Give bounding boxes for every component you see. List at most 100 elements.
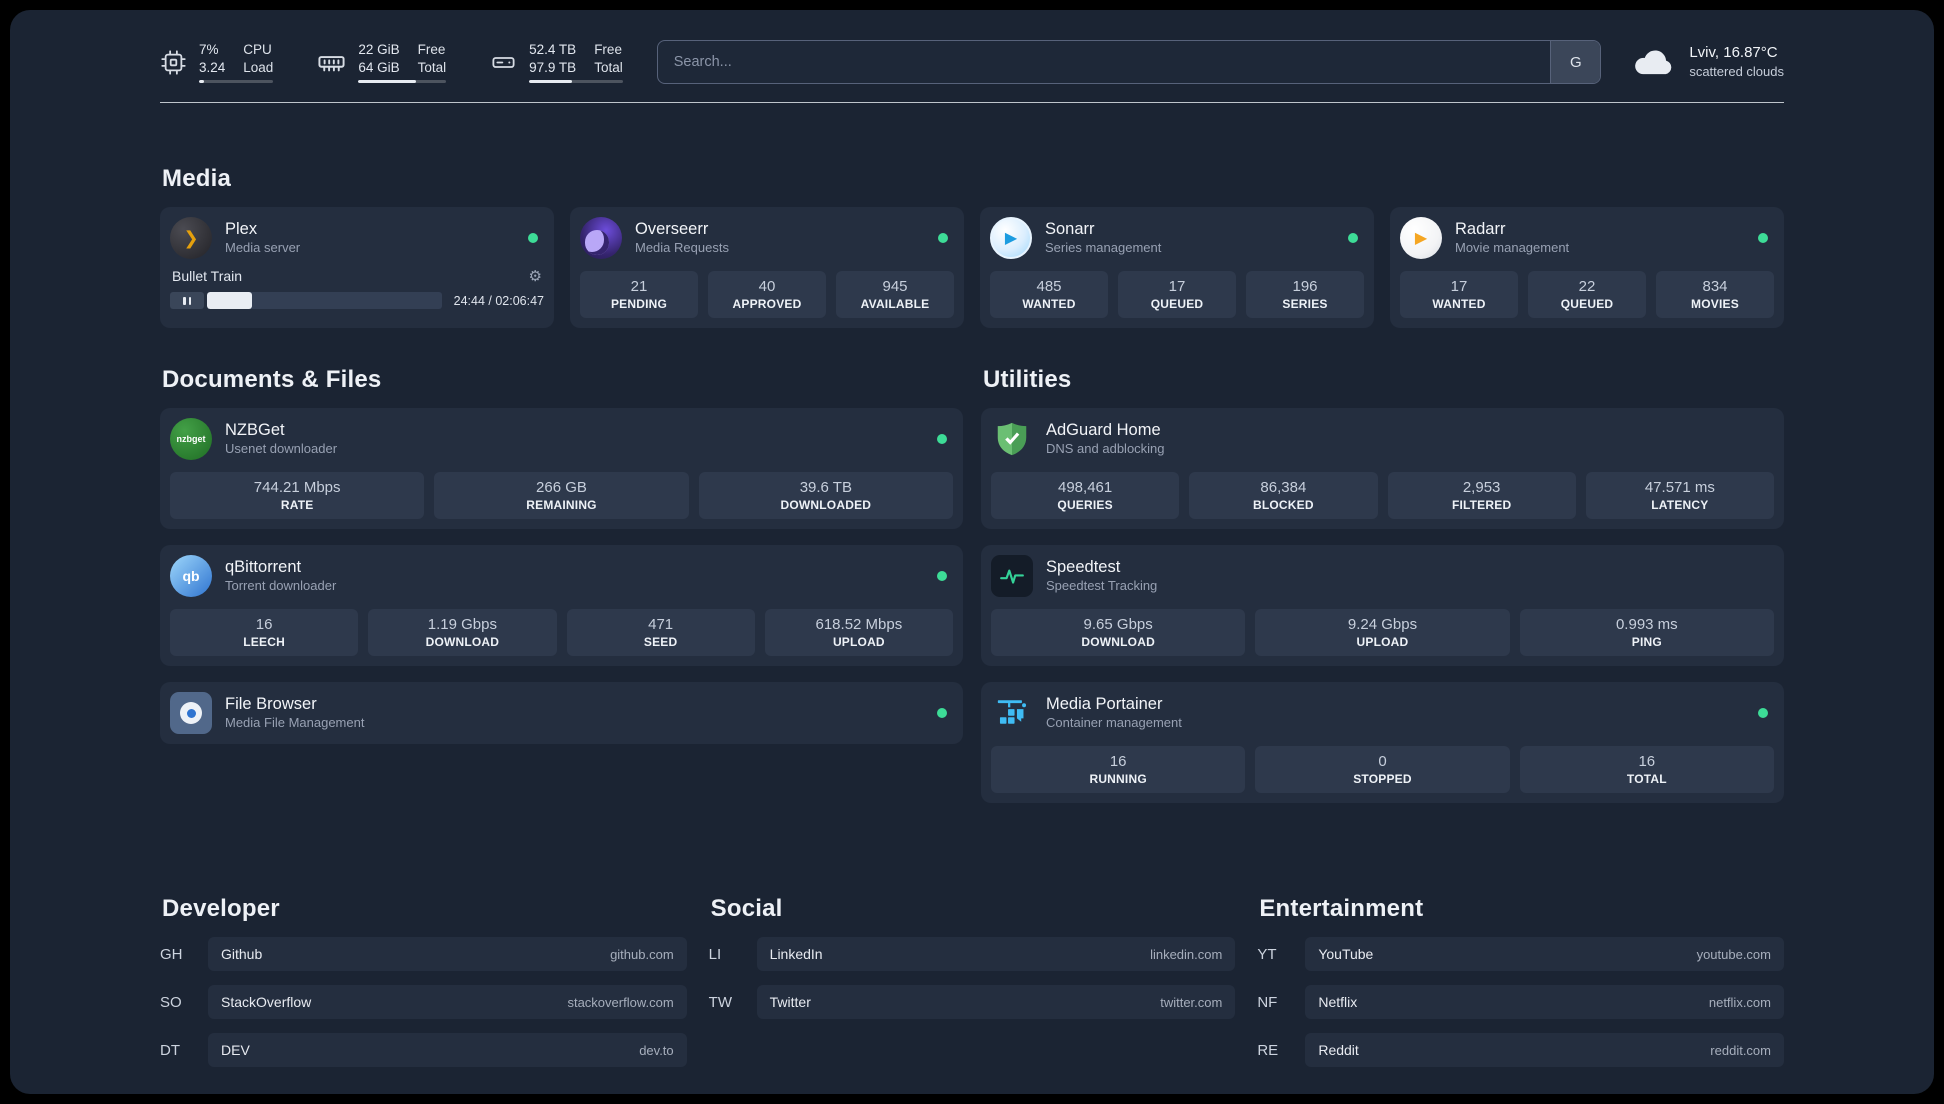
disk-widget: 52.4 TB Free 97.9 TB Total bbox=[490, 41, 623, 84]
cpu-widget: 7% CPU 3.24 Load bbox=[160, 41, 274, 84]
nzbget-card[interactable]: nzbget NZBGet Usenet downloader 744.21 M… bbox=[160, 408, 963, 529]
status-dot bbox=[528, 233, 538, 243]
sonarr-card[interactable]: ▶ Sonarr Series management 485 WANTED 17… bbox=[980, 207, 1374, 328]
weather-widget: Lviv, 16.87°C scattered clouds bbox=[1631, 43, 1784, 82]
entertainment-bookmarks: Entertainment YT YouTube youtube.com NF … bbox=[1257, 895, 1784, 1081]
search-provider-button[interactable]: G bbox=[1550, 41, 1601, 83]
overseerr-icon bbox=[580, 217, 622, 259]
adguard-shield-icon bbox=[991, 418, 1033, 460]
stat-tile: 86,384 BLOCKED bbox=[1189, 472, 1378, 519]
memory-icon bbox=[317, 48, 346, 77]
service-subtitle: Media Requests bbox=[635, 240, 729, 256]
speedtest-icon bbox=[991, 555, 1033, 597]
utilities-section-title: Utilities bbox=[983, 366, 1072, 393]
bookmark-abbr: SO bbox=[160, 993, 182, 1011]
stat-tile: 21 PENDING bbox=[580, 271, 698, 318]
stat-tile: 744.21 Mbps RATE bbox=[170, 472, 425, 519]
bookmark-abbr: YT bbox=[1257, 945, 1277, 963]
bookmark-dev[interactable]: DEV dev.to bbox=[208, 1033, 687, 1067]
status-dot bbox=[938, 233, 948, 243]
stat-tile: 9.65 Gbps DOWNLOAD bbox=[991, 609, 1246, 656]
bookmark-twitter[interactable]: Twitter twitter.com bbox=[756, 985, 1236, 1019]
sonarr-icon: ▶ bbox=[990, 217, 1032, 259]
cpu-icon bbox=[160, 49, 187, 76]
status-dot bbox=[1758, 233, 1768, 243]
service-subtitle: Speedtest Tracking bbox=[1046, 578, 1158, 594]
service-name: Media Portainer bbox=[1046, 694, 1163, 713]
bookmark-abbr: GH bbox=[160, 945, 183, 963]
memory-free-label: Free bbox=[417, 41, 446, 57]
disk-total-label: Total bbox=[594, 59, 623, 75]
bookmark-row: NF Netflix netflix.com bbox=[1257, 985, 1784, 1019]
bookmark-github[interactable]: Github github.com bbox=[208, 937, 687, 971]
plex-card[interactable]: ❯ Plex Media server Bullet Train ⚙ 24:44… bbox=[160, 207, 554, 328]
memory-total-value: 64 GiB bbox=[358, 59, 400, 75]
bookmark-reddit[interactable]: Reddit reddit.com bbox=[1305, 1033, 1784, 1067]
radarr-card[interactable]: ▶ Radarr Movie management 17 WANTED 22 Q… bbox=[1390, 207, 1784, 328]
stat-tile: 196 SERIES bbox=[1246, 271, 1364, 318]
pause-button[interactable] bbox=[170, 292, 204, 309]
documents-section: Documents & Files nzbget NZBGet Usenet d… bbox=[160, 366, 963, 803]
plex-icon: ❯ bbox=[170, 217, 212, 259]
gear-icon[interactable]: ⚙ bbox=[529, 267, 542, 285]
overseerr-card[interactable]: Overseerr Media Requests 21 PENDING 40 A… bbox=[570, 207, 964, 328]
bookmark-abbr: LI bbox=[708, 945, 722, 963]
stat-tile: 471 SEED bbox=[566, 609, 755, 656]
service-name: Sonarr bbox=[1045, 219, 1095, 238]
status-dot bbox=[1348, 233, 1358, 243]
service-subtitle: Torrent downloader bbox=[225, 578, 337, 594]
portainer-card[interactable]: Media Portainer Container management 16 … bbox=[981, 682, 1784, 803]
bookmark-row: SO StackOverflow stackoverflow.com bbox=[160, 985, 687, 1019]
stat-tile: 16 RUNNING bbox=[991, 746, 1246, 793]
stat-tile: 16 LEECH bbox=[170, 609, 359, 656]
media-section-title: Media bbox=[162, 165, 232, 192]
developer-bookmarks: Developer GH Github github.com SO StackO… bbox=[160, 895, 687, 1081]
memory-free-value: 22 GiB bbox=[358, 41, 400, 57]
cloud-icon bbox=[1631, 43, 1677, 82]
disk-free-value: 52.4 TB bbox=[529, 41, 577, 57]
bookmark-linkedin[interactable]: LinkedIn linkedin.com bbox=[756, 937, 1236, 971]
plex-now-playing: Bullet Train ⚙ 24:44 / 02:06:47 bbox=[170, 267, 544, 309]
cpu-load-label: Load bbox=[243, 59, 274, 75]
service-name: Radarr bbox=[1455, 219, 1506, 238]
weather-condition: scattered clouds bbox=[1689, 64, 1784, 80]
bookmark-abbr: NF bbox=[1257, 993, 1278, 1011]
bookmark-stackoverflow[interactable]: StackOverflow stackoverflow.com bbox=[208, 985, 687, 1019]
disk-progress-bar bbox=[529, 80, 623, 84]
playback-time: 24:44 / 02:06:47 bbox=[453, 293, 544, 308]
speedtest-card[interactable]: Speedtest Speedtest Tracking 9.65 Gbps D… bbox=[981, 545, 1784, 666]
bookmark-youtube[interactable]: YouTube youtube.com bbox=[1305, 937, 1784, 971]
disk-total-value: 97.9 TB bbox=[529, 59, 577, 75]
cpu-progress-bar bbox=[199, 80, 274, 84]
cpu-usage-label: CPU bbox=[243, 41, 272, 57]
search-input[interactable] bbox=[657, 41, 1551, 83]
memory-total-label: Total bbox=[417, 59, 447, 75]
stat-tile: 498,461 QUERIES bbox=[991, 472, 1180, 519]
stat-tile: 2,953 FILTERED bbox=[1387, 472, 1576, 519]
bookmark-row: LI LinkedIn linkedin.com bbox=[709, 937, 1236, 971]
playback-progress-bar[interactable] bbox=[207, 292, 442, 309]
cpu-usage-value: 7% bbox=[199, 41, 219, 57]
disk-icon bbox=[490, 49, 517, 76]
memory-widget: 22 GiB Free 64 GiB Total bbox=[317, 41, 447, 84]
utilities-section: Utilities AdGuard Home DNS and adblockin… bbox=[981, 366, 1784, 803]
adguard-card[interactable]: AdGuard Home DNS and adblocking 498,461 … bbox=[981, 408, 1784, 529]
stat-tile: 945 AVAILABLE bbox=[836, 271, 954, 318]
radarr-icon: ▶ bbox=[1400, 217, 1442, 259]
service-subtitle: DNS and adblocking bbox=[1046, 441, 1165, 457]
status-dot bbox=[937, 571, 947, 581]
qbittorrent-card[interactable]: qb qBittorrent Torrent downloader 16 LEE… bbox=[160, 545, 963, 666]
qbittorrent-icon: qb bbox=[170, 555, 212, 597]
search-bar: G bbox=[656, 40, 1602, 84]
bookmark-abbr: RE bbox=[1257, 1041, 1279, 1059]
media-section: Media ❯ Plex Media server Bullet Train ⚙… bbox=[160, 165, 1784, 328]
developer-section-title: Developer bbox=[162, 895, 280, 922]
top-bar: 7% CPU 3.24 Load 22 GiB Free 64 GiB Tota… bbox=[160, 10, 1784, 84]
bookmark-netflix[interactable]: Netflix netflix.com bbox=[1305, 985, 1784, 1019]
weather-location: Lviv, 16.87°C bbox=[1689, 44, 1778, 62]
service-subtitle: Media server bbox=[225, 240, 301, 256]
service-name: AdGuard Home bbox=[1046, 420, 1161, 439]
stat-tile: 22 QUEUED bbox=[1528, 271, 1646, 318]
filebrowser-card[interactable]: File Browser Media File Management bbox=[160, 682, 963, 744]
stat-tile: 0 STOPPED bbox=[1255, 746, 1510, 793]
